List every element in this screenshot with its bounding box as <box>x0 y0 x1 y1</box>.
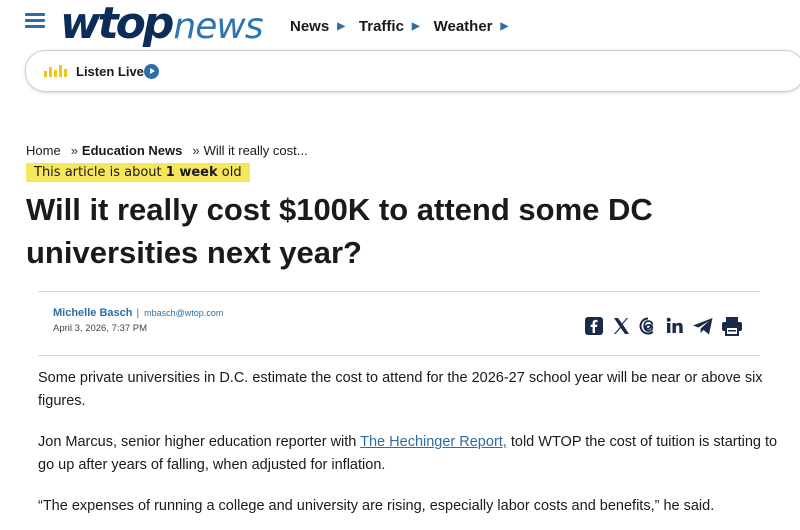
author-name[interactable]: Michelle Basch <box>53 307 132 319</box>
article-title: Will it really cost $100K to attend some… <box>26 192 653 270</box>
share-toolbar <box>584 316 743 336</box>
breadcrumb-separator: » <box>70 143 78 158</box>
article-paragraph: Some private universities in D.C. estima… <box>38 370 763 409</box>
age-suffix: old <box>221 165 242 180</box>
article-paragraph: Jon Marcus, senior higher education repo… <box>38 431 778 477</box>
site-header: wtop news News ▶ Traffic ▶ Weather ▶ <box>0 0 800 50</box>
linkedin-icon[interactable] <box>665 316 685 336</box>
logo-wtop: wtop <box>60 0 174 49</box>
breadcrumb-separator: » <box>192 143 200 158</box>
nav-item-traffic[interactable]: Traffic ▶ <box>359 18 420 35</box>
breadcrumb-section[interactable]: Education News <box>82 143 182 158</box>
site-logo[interactable]: wtop news <box>60 0 264 49</box>
logo-news: news <box>173 6 263 47</box>
main-nav: News ▶ Traffic ▶ Weather ▶ <box>290 18 522 35</box>
age-prefix: This article is about <box>34 165 162 180</box>
hechinger-report-link[interactable]: The Hechinger Report, <box>360 434 507 450</box>
paragraph-text: Jon Marcus, senior higher education repo… <box>38 434 357 450</box>
caret-right-icon: ▶ <box>337 21 345 32</box>
age-value: 1 week <box>165 165 218 180</box>
article-paragraph: “The expenses of running a college and u… <box>38 498 715 514</box>
telegram-icon[interactable] <box>692 316 714 336</box>
nav-news-label: News <box>290 18 330 35</box>
listen-live-bar[interactable]: Listen Live <box>25 50 800 92</box>
nav-traffic-label: Traffic <box>358 18 404 35</box>
audio-bars-icon <box>44 65 67 77</box>
nav-weather-label: Weather <box>433 18 493 35</box>
caret-right-icon: ▶ <box>500 21 509 32</box>
play-icon[interactable] <box>144 64 159 79</box>
author-email[interactable]: mbasch@wtop.com <box>144 308 223 318</box>
breadcrumb: Home » Education News » Will it really c… <box>26 143 308 158</box>
nav-item-news[interactable]: News ▶ <box>290 18 345 35</box>
x-icon[interactable] <box>611 316 631 336</box>
listen-live-label: Listen Live <box>76 64 144 79</box>
breadcrumb-home[interactable]: Home <box>26 143 61 158</box>
article-age-notice: This article is about 1 week old <box>26 163 250 182</box>
publish-date: April 3, 2026, 7:37 PM <box>53 323 147 334</box>
byline: Michelle Basch | mbasch@wtop.com <box>53 307 224 319</box>
breadcrumb-current: Will it really cost... <box>203 143 308 158</box>
print-icon[interactable] <box>721 316 743 336</box>
facebook-icon[interactable] <box>584 316 604 336</box>
divider <box>38 355 760 356</box>
threads-icon[interactable] <box>638 316 658 336</box>
nav-item-weather[interactable]: Weather ▶ <box>434 18 509 35</box>
divider <box>38 291 760 292</box>
caret-right-icon: ▶ <box>411 21 420 32</box>
menu-icon[interactable] <box>25 13 45 29</box>
